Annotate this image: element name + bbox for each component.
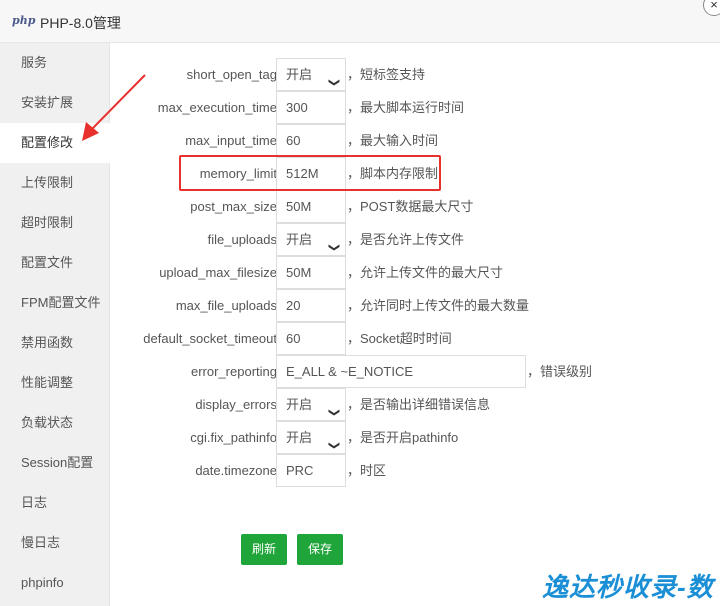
red-arrow-annotation xyxy=(82,74,146,141)
watermark: 逸达秒收录-数 xyxy=(542,572,714,602)
php-manager-window: php PHP-8.0管理 × 服务 安装扩展 配置修改 上传限制 超时限制 配置文件 FP… xyxy=(0,0,720,606)
